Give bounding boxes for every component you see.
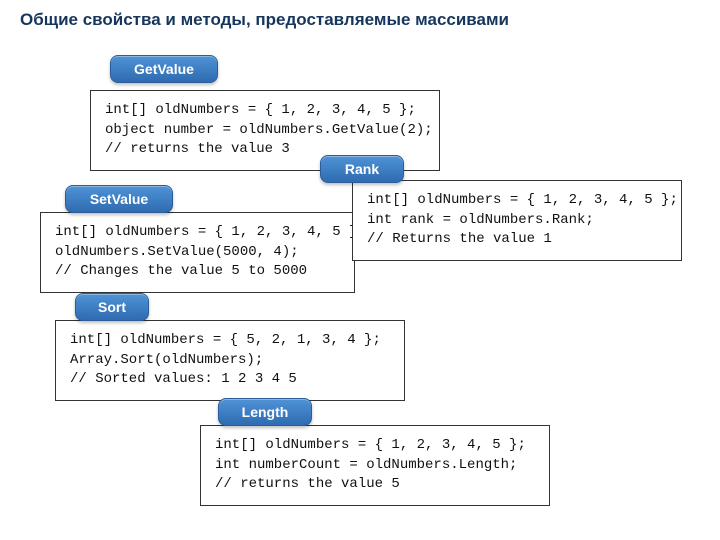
callout-pointer [0, 126, 30, 152]
label-getvalue: GetValue [110, 55, 218, 83]
label-setvalue: SetValue [65, 185, 173, 213]
callout-pointer [0, 30, 20, 66]
callout-pointer [0, 96, 25, 126]
page-title: Общие свойства и методы, предоставляемые… [20, 10, 509, 30]
label-length: Length [218, 398, 312, 426]
code-box-sort: int[] oldNumbers = { 5, 2, 1, 3, 4 }; Ar… [55, 320, 405, 401]
label-sort: Sort [75, 293, 149, 321]
code-box-setvalue: int[] oldNumbers = { 1, 2, 3, 4, 5 }; ol… [40, 212, 355, 293]
callout-pointer [0, 66, 22, 96]
label-rank: Rank [320, 155, 404, 183]
code-box-length: int[] oldNumbers = { 1, 2, 3, 4, 5 }; in… [200, 425, 550, 506]
code-box-rank: int[] oldNumbers = { 1, 2, 3, 4, 5 }; in… [352, 180, 682, 261]
